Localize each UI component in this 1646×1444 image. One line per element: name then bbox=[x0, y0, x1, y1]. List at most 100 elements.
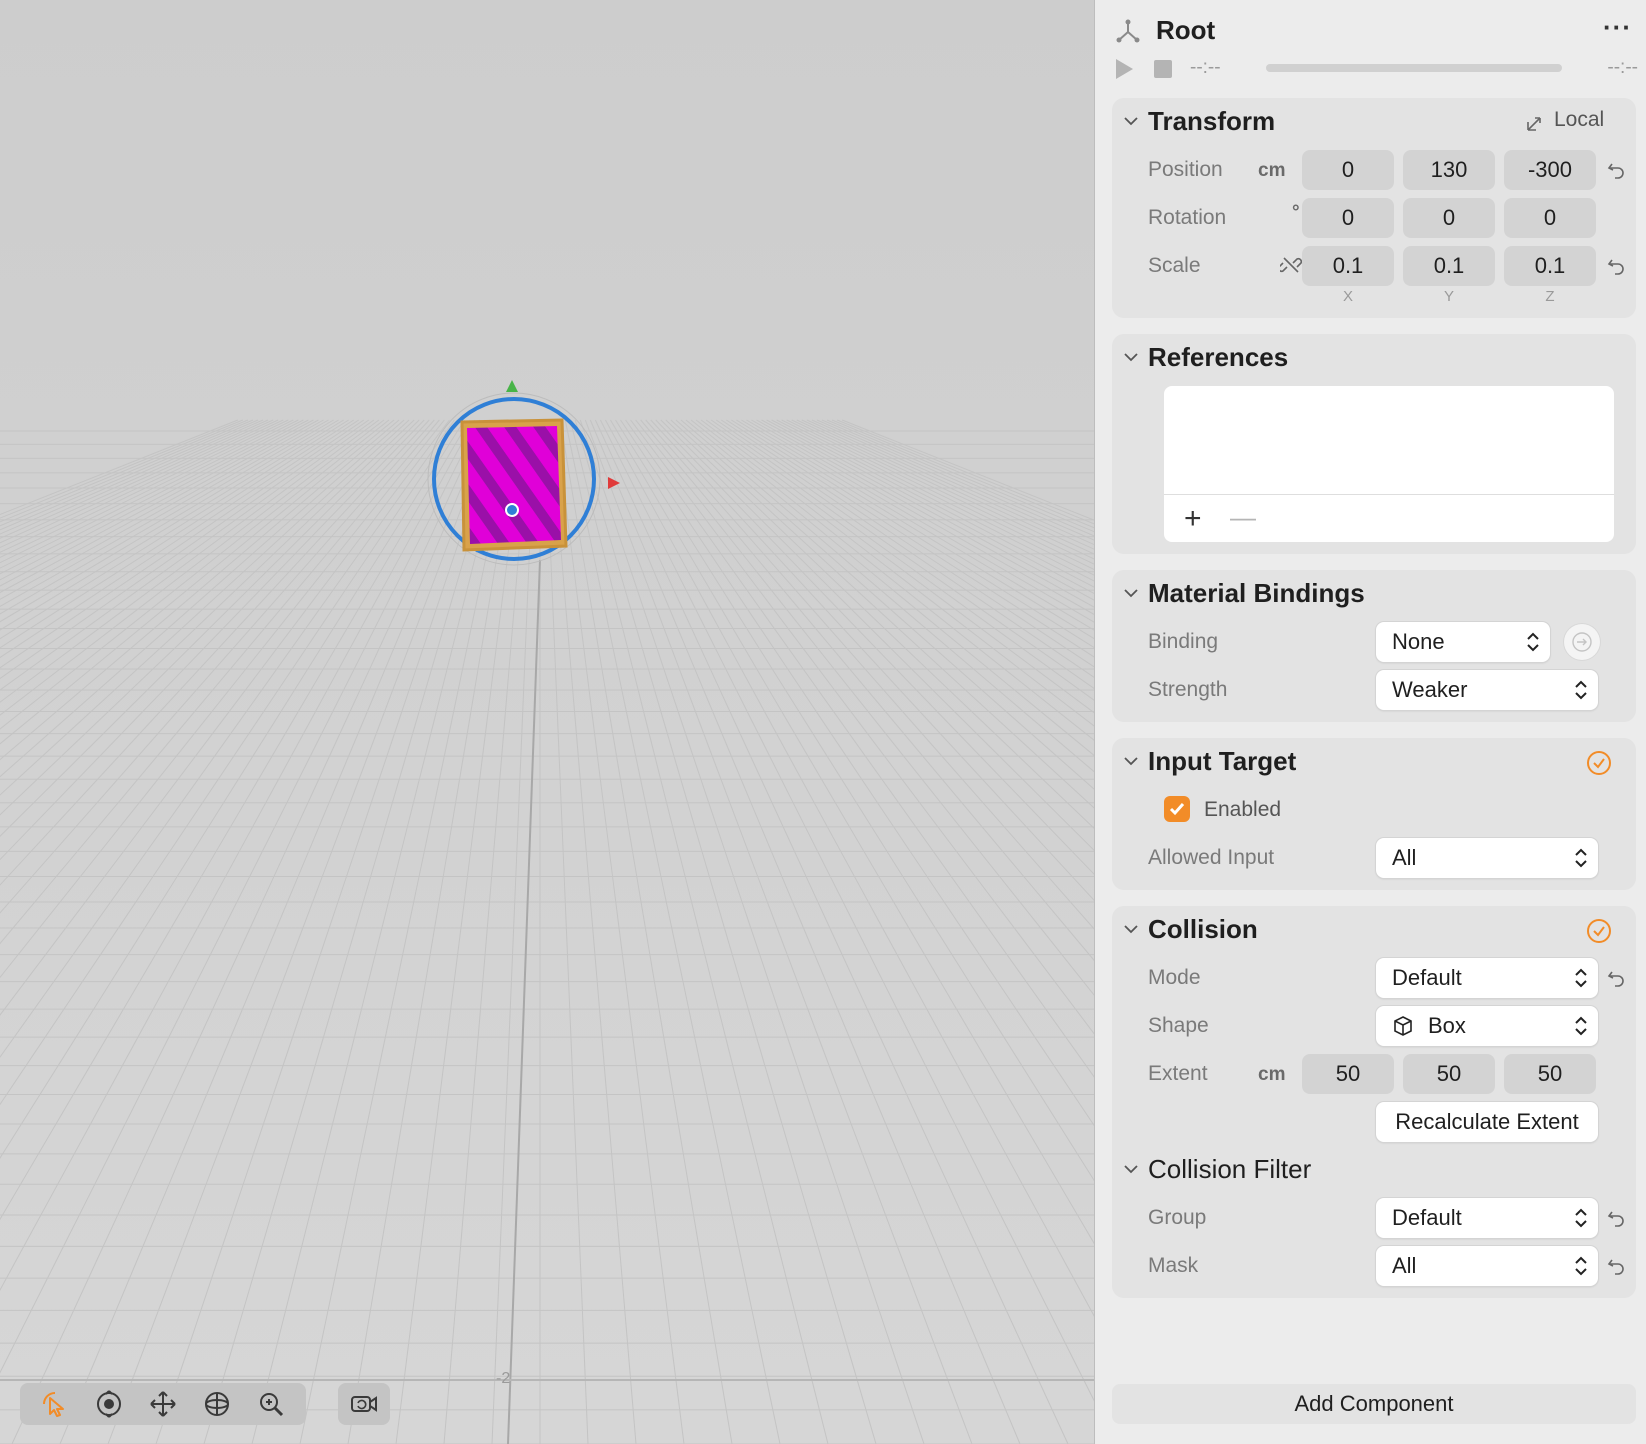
mask-label: Mask bbox=[1148, 1254, 1199, 1277]
references-list[interactable]: + — bbox=[1164, 386, 1614, 542]
more-options-icon[interactable]: ··· bbox=[1603, 12, 1632, 43]
binding-value: None bbox=[1392, 629, 1445, 654]
cube-icon bbox=[1394, 1016, 1412, 1036]
zoom-tool-icon[interactable] bbox=[244, 1383, 298, 1425]
chevron-down-icon[interactable] bbox=[1122, 1160, 1140, 1178]
axis-y-label: Y bbox=[1443, 288, 1454, 305]
input-target-section: Input Target Enabled Allowed Input All bbox=[1112, 738, 1636, 890]
entity-title: Root bbox=[1156, 15, 1216, 45]
tool-group bbox=[20, 1383, 306, 1425]
axis-z-label: Z bbox=[1545, 288, 1555, 305]
add-reference-button[interactable]: + bbox=[1184, 504, 1202, 534]
arrow-right-circle-icon bbox=[1572, 632, 1592, 652]
unlink-scale-icon[interactable] bbox=[1280, 254, 1302, 276]
recalculate-extent-button[interactable]: Recalculate Extent bbox=[1376, 1102, 1598, 1142]
stop-icon[interactable] bbox=[1154, 60, 1172, 78]
scale-z-field[interactable]: 0.1 bbox=[1504, 246, 1596, 286]
camera-icon[interactable] bbox=[346, 1383, 382, 1425]
rotation-unit: ° bbox=[1292, 202, 1300, 223]
section-title: Transform bbox=[1148, 106, 1276, 136]
camera-group bbox=[338, 1383, 390, 1425]
enabled-label: Enabled bbox=[1204, 798, 1282, 821]
checkmark-icon bbox=[1169, 803, 1185, 816]
collision-filter-title: Collision Filter bbox=[1148, 1154, 1312, 1184]
chevron-down-icon[interactable] bbox=[1122, 348, 1140, 366]
rotate-tool-icon[interactable] bbox=[190, 1383, 244, 1425]
chevron-down-icon[interactable] bbox=[1122, 752, 1140, 770]
position-y-field[interactable]: 130 bbox=[1403, 150, 1495, 190]
gizmo-pivot[interactable] bbox=[505, 503, 519, 517]
add-component-button[interactable]: Add Component bbox=[1112, 1384, 1636, 1424]
revert-icon[interactable] bbox=[1606, 1208, 1626, 1228]
mode-value: Default bbox=[1392, 965, 1462, 990]
strength-select[interactable]: Weaker bbox=[1376, 670, 1598, 710]
revert-icon[interactable] bbox=[1606, 160, 1626, 180]
extent-x-field[interactable]: 50 bbox=[1302, 1054, 1394, 1094]
group-select[interactable]: Default bbox=[1376, 1198, 1598, 1238]
strength-value: Weaker bbox=[1392, 677, 1468, 702]
position-label: Position bbox=[1148, 158, 1223, 181]
grid-distance-label: -2 bbox=[496, 1370, 510, 1387]
orbit-tool-icon[interactable] bbox=[82, 1383, 136, 1425]
section-title: Material Bindings bbox=[1148, 578, 1365, 608]
chevron-updown-icon bbox=[1575, 1256, 1587, 1276]
section-title: Input Target bbox=[1148, 746, 1297, 776]
play-icon[interactable] bbox=[1114, 58, 1134, 80]
chevron-updown-icon bbox=[1575, 848, 1587, 868]
collision-section: Collision Mode Default Shape Box Extent … bbox=[1112, 906, 1636, 1298]
references-section: References + — bbox=[1112, 334, 1636, 554]
enabled-checkbox[interactable] bbox=[1164, 796, 1190, 822]
binding-label: Binding bbox=[1148, 630, 1219, 653]
divider bbox=[1164, 494, 1614, 495]
timeline-end-time: --:-- bbox=[1607, 57, 1638, 78]
coordinate-space-icon[interactable] bbox=[1524, 112, 1546, 134]
revert-icon[interactable] bbox=[1606, 1256, 1626, 1276]
transform-section: Transform Local Position cm 0 130 -300 R… bbox=[1112, 98, 1636, 318]
section-title: Collision bbox=[1148, 914, 1258, 944]
rotation-x-field[interactable]: 0 bbox=[1302, 198, 1394, 238]
scene-viewport[interactable]: -2 bbox=[0, 0, 1095, 1444]
component-active-icon[interactable] bbox=[1586, 750, 1612, 776]
magenta-cube[interactable] bbox=[467, 426, 561, 544]
scale-x-field[interactable]: 0.1 bbox=[1302, 246, 1394, 286]
entity-hierarchy-icon bbox=[1116, 19, 1140, 43]
section-title: References bbox=[1148, 342, 1289, 372]
go-to-binding-button[interactable] bbox=[1564, 624, 1600, 660]
scale-y-field[interactable]: 0.1 bbox=[1403, 246, 1495, 286]
component-active-icon[interactable] bbox=[1586, 918, 1612, 944]
remove-reference-button[interactable]: — bbox=[1230, 502, 1256, 532]
viewport-toolbar bbox=[20, 1383, 390, 1425]
allowed-input-select[interactable]: All bbox=[1376, 838, 1598, 878]
chevron-updown-icon bbox=[1527, 632, 1539, 652]
position-z-field[interactable]: -300 bbox=[1504, 150, 1596, 190]
move-tool-icon[interactable] bbox=[136, 1383, 190, 1425]
scene-grid-canvas[interactable]: -2 bbox=[0, 0, 1095, 1444]
extent-y-field[interactable]: 50 bbox=[1403, 1054, 1495, 1094]
mask-select[interactable]: All bbox=[1376, 1246, 1598, 1286]
group-label: Group bbox=[1148, 1206, 1207, 1229]
allowed-input-value: All bbox=[1392, 845, 1417, 870]
mode-select[interactable]: Default bbox=[1376, 958, 1598, 998]
chevron-down-icon[interactable] bbox=[1122, 920, 1140, 938]
timeline-scrubber[interactable] bbox=[1266, 64, 1562, 72]
extent-z-field[interactable]: 50 bbox=[1504, 1054, 1596, 1094]
timeline-start-time: --:-- bbox=[1190, 57, 1221, 78]
extent-label: Extent bbox=[1148, 1062, 1208, 1085]
revert-icon[interactable] bbox=[1606, 256, 1626, 276]
rotation-y-field[interactable]: 0 bbox=[1403, 198, 1495, 238]
select-tool-icon[interactable] bbox=[28, 1383, 82, 1425]
rotation-z-field[interactable]: 0 bbox=[1504, 198, 1596, 238]
shape-select[interactable]: Box bbox=[1376, 1006, 1598, 1046]
chevron-down-icon[interactable] bbox=[1122, 112, 1140, 130]
axis-x-label: X bbox=[1342, 288, 1353, 305]
chevron-down-icon[interactable] bbox=[1122, 584, 1140, 602]
rotation-label: Rotation bbox=[1148, 206, 1227, 229]
position-x-field[interactable]: 0 bbox=[1302, 150, 1394, 190]
revert-icon[interactable] bbox=[1606, 968, 1626, 988]
position-unit: cm bbox=[1258, 160, 1286, 181]
binding-select[interactable]: None bbox=[1376, 622, 1550, 662]
coordinate-space-label[interactable]: Local bbox=[1554, 108, 1604, 132]
group-value: Default bbox=[1392, 1205, 1462, 1230]
material-bindings-section: Material Bindings Binding None Strength … bbox=[1112, 570, 1636, 722]
chevron-updown-icon bbox=[1575, 680, 1587, 700]
